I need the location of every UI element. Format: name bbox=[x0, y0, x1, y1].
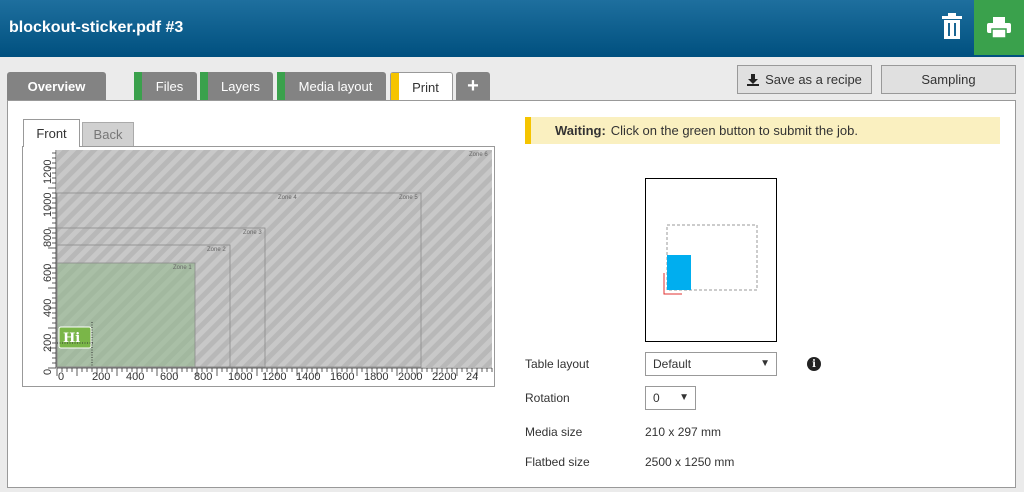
status-title: Waiting: bbox=[555, 123, 606, 138]
zone-label: Zone 4 bbox=[278, 195, 297, 201]
trash-icon bbox=[942, 13, 962, 39]
tab-back[interactable]: Back bbox=[82, 122, 134, 147]
media-area bbox=[57, 263, 195, 367]
sampling-label: Sampling bbox=[921, 72, 976, 87]
x-tick-label: 2000 bbox=[398, 371, 422, 383]
sampling-button[interactable]: Sampling bbox=[881, 65, 1016, 94]
flatbed-size-label: Flatbed size bbox=[525, 455, 590, 469]
x-tick-label: 1200 bbox=[262, 371, 286, 383]
status-bar bbox=[200, 72, 208, 100]
status-bar bbox=[134, 72, 142, 100]
info-icon[interactable]: i bbox=[807, 357, 821, 371]
dropdown-arrow-icon: ▼ bbox=[760, 358, 770, 369]
save-recipe-label: Save as a recipe bbox=[765, 72, 862, 87]
tab-files[interactable]: Files bbox=[134, 72, 197, 100]
status-message: Click on the green button to submit the … bbox=[610, 123, 858, 138]
tab-overview[interactable]: Overview bbox=[7, 72, 106, 100]
media-preview bbox=[663, 224, 758, 295]
media-thumbnail bbox=[645, 178, 777, 342]
x-tick-label: 1800 bbox=[364, 371, 388, 383]
flatbed-preview: Zone 1 Zone 2 Zone 3 Zone 4 Zone 5 Zone … bbox=[22, 146, 495, 387]
media-rect bbox=[667, 255, 691, 290]
table-layout-select[interactable]: Default ▼ bbox=[645, 352, 777, 376]
tab-layers[interactable]: Layers bbox=[200, 72, 273, 100]
download-icon bbox=[747, 73, 760, 86]
tab-label: Layers bbox=[220, 78, 261, 94]
print-button[interactable] bbox=[974, 0, 1024, 55]
save-as-recipe-button[interactable]: Save as a recipe bbox=[737, 65, 872, 94]
rotation-label: Rotation bbox=[525, 391, 570, 405]
flatbed-size-value: 2500 x 1250 mm bbox=[645, 455, 735, 469]
rotation-value: 0 bbox=[653, 391, 660, 405]
x-tick-label: 0 bbox=[58, 371, 64, 383]
zone-label: Zone 6 bbox=[469, 152, 488, 158]
media-size-label: Media size bbox=[525, 425, 583, 439]
y-tick-label: 400 bbox=[42, 299, 54, 317]
x-tick-label: 1400 bbox=[296, 371, 320, 383]
tab-label: Files bbox=[155, 78, 184, 94]
tab-label: Overview bbox=[27, 78, 86, 94]
dropdown-arrow-icon: ▼ bbox=[679, 392, 689, 403]
status-stripe bbox=[525, 117, 531, 144]
delete-button[interactable] bbox=[940, 12, 964, 40]
status-banner: Waiting: Click on the green button to su… bbox=[525, 117, 1000, 144]
x-tick-label: 600 bbox=[160, 371, 178, 383]
y-tick-label: 600 bbox=[42, 264, 54, 282]
zone-label: Zone 5 bbox=[399, 195, 418, 201]
page-title: blockout-sticker.pdf #3 bbox=[9, 19, 184, 36]
table-layout-value: Default bbox=[653, 357, 692, 371]
media-size-value: 210 x 297 mm bbox=[645, 425, 722, 439]
y-tick-label: 1200 bbox=[42, 160, 54, 184]
x-tick-label: 1600 bbox=[330, 371, 354, 383]
y-tick-label: 0 bbox=[42, 369, 54, 375]
tab-media-layout[interactable]: Media layout bbox=[277, 72, 386, 100]
rotation-select[interactable]: 0 ▼ bbox=[645, 386, 696, 410]
zone-label: Zone 2 bbox=[207, 247, 226, 253]
y-tick-label: 800 bbox=[42, 229, 54, 247]
zone-label: Zone 1 bbox=[173, 265, 192, 271]
table-layout-label: Table layout bbox=[525, 357, 590, 371]
tab-print[interactable]: Print bbox=[390, 72, 453, 102]
x-tick-label: 400 bbox=[126, 371, 144, 383]
x-tick-label: 24 bbox=[466, 371, 478, 383]
y-tick-label: 200 bbox=[42, 334, 54, 352]
plus-icon: + bbox=[467, 74, 479, 97]
front-label: Front bbox=[36, 126, 67, 141]
tab-label: Print bbox=[412, 80, 439, 95]
tab-label: Media layout bbox=[298, 78, 373, 94]
x-tick-label: 800 bbox=[194, 371, 212, 383]
printer-icon bbox=[987, 16, 1011, 39]
y-tick-label: 1000 bbox=[42, 193, 54, 217]
add-tab-button[interactable]: + bbox=[456, 72, 490, 100]
x-tick-label: 1000 bbox=[228, 371, 252, 383]
sticker-text: Hi bbox=[63, 331, 80, 346]
flatbed-canvas: Zone 1 Zone 2 Zone 3 Zone 4 Zone 5 Zone … bbox=[42, 150, 493, 383]
back-label: Back bbox=[93, 127, 123, 142]
app-header: blockout-sticker.pdf #3 bbox=[0, 0, 1024, 57]
x-tick-label: 200 bbox=[92, 371, 110, 383]
x-tick-label: 2200 bbox=[432, 371, 456, 383]
status-bar bbox=[391, 73, 399, 102]
tab-front[interactable]: Front bbox=[23, 119, 80, 147]
zone-label: Zone 3 bbox=[243, 230, 262, 236]
status-bar bbox=[277, 72, 285, 100]
